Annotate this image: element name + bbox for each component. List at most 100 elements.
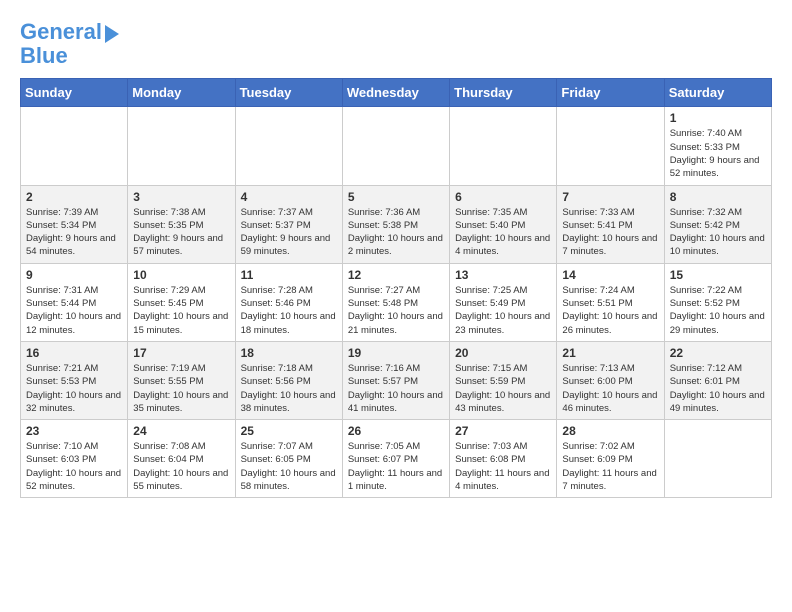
calendar-cell: 18Sunrise: 7:18 AM Sunset: 5:56 PM Dayli…	[235, 341, 342, 419]
weekday-header-wednesday: Wednesday	[342, 79, 449, 107]
calendar-cell	[235, 107, 342, 185]
calendar-cell: 15 Sunrise: 7:22 AM Sunset: 5:52 PM Dayli…	[664, 263, 771, 341]
calendar-cell: 17 Sunrise: 7:19 AM Sunset: 5:55 PM Dayli…	[128, 341, 235, 419]
day-info: Sunrise: 7:31 AM Sunset: 5:44 PM Dayligh…	[26, 284, 122, 337]
day-info: Sunrise: 7:05 AM Sunset: 6:07 PM Dayligh…	[348, 440, 444, 493]
calendar-cell: 25 Sunrise: 7:07 AM Sunset: 6:05 PM Dayli…	[235, 420, 342, 498]
day-info: Sunrise: 7:13 AM Sunset: 6:00 PM Dayligh…	[562, 362, 658, 415]
day-info: Sunrise: 7:29 AM Sunset: 5:45 PM Dayligh…	[133, 284, 229, 337]
day-info: Sunrise: 7:33 AM Sunset: 5:41 PM Dayligh…	[562, 206, 658, 259]
calendar-cell: 20 Sunrise: 7:15 AM Sunset: 5:59 PM Dayli…	[450, 341, 557, 419]
day-info: Sunrise: 7:02 AM Sunset: 6:09 PM Dayligh…	[562, 440, 658, 493]
day-info: Sunrise: 7:08 AM Sunset: 6:04 PM Dayligh…	[133, 440, 229, 493]
calendar-cell: 26 Sunrise: 7:05 AM Sunset: 6:07 PM Dayli…	[342, 420, 449, 498]
day-number: 1	[670, 111, 766, 125]
day-info: Sunrise: 7:03 AM Sunset: 6:08 PM Dayligh…	[455, 440, 551, 493]
day-number: 28	[562, 424, 658, 438]
day-number: 6	[455, 190, 551, 204]
calendar-cell: 8 Sunrise: 7:32 AM Sunset: 5:42 PM Daylig…	[664, 185, 771, 263]
day-number: 16	[26, 346, 122, 360]
calendar-cell: 9 Sunrise: 7:31 AM Sunset: 5:44 PM Daylig…	[21, 263, 128, 341]
calendar-cell	[342, 107, 449, 185]
calendar-cell	[21, 107, 128, 185]
day-info: Sunrise: 7:27 AM Sunset: 5:48 PM Dayligh…	[348, 284, 444, 337]
calendar-cell	[450, 107, 557, 185]
calendar-week-row: 9 Sunrise: 7:31 AM Sunset: 5:44 PM Daylig…	[21, 263, 772, 341]
day-number: 25	[241, 424, 337, 438]
calendar-week-row: 1 Sunrise: 7:40 AM Sunset: 5:33 PM Daylig…	[21, 107, 772, 185]
calendar-cell: 19 Sunrise: 7:16 AM Sunset: 5:57 PM Dayli…	[342, 341, 449, 419]
calendar-week-row: 23Sunrise: 7:10 AM Sunset: 6:03 PM Dayli…	[21, 420, 772, 498]
day-info: Sunrise: 7:19 AM Sunset: 5:55 PM Dayligh…	[133, 362, 229, 415]
day-info: Sunrise: 7:37 AM Sunset: 5:37 PM Dayligh…	[241, 206, 337, 259]
day-info: Sunrise: 7:22 AM Sunset: 5:52 PM Dayligh…	[670, 284, 766, 337]
calendar-cell: 21 Sunrise: 7:13 AM Sunset: 6:00 PM Dayli…	[557, 341, 664, 419]
calendar-cell: 6 Sunrise: 7:35 AM Sunset: 5:40 PM Daylig…	[450, 185, 557, 263]
day-info: Sunrise: 7:15 AM Sunset: 5:59 PM Dayligh…	[455, 362, 551, 415]
weekday-header-monday: Monday	[128, 79, 235, 107]
day-number: 11	[241, 268, 337, 282]
day-info: Sunrise: 7:32 AM Sunset: 5:42 PM Dayligh…	[670, 206, 766, 259]
day-number: 27	[455, 424, 551, 438]
day-info: Sunrise: 7:40 AM Sunset: 5:33 PM Dayligh…	[670, 127, 766, 180]
day-info: Sunrise: 7:10 AM Sunset: 6:03 PM Dayligh…	[26, 440, 122, 493]
calendar-cell	[128, 107, 235, 185]
calendar-cell: 7 Sunrise: 7:33 AM Sunset: 5:41 PM Daylig…	[557, 185, 664, 263]
day-number: 9	[26, 268, 122, 282]
day-info: Sunrise: 7:21 AM Sunset: 5:53 PM Dayligh…	[26, 362, 122, 415]
weekday-header-saturday: Saturday	[664, 79, 771, 107]
calendar-week-row: 2 Sunrise: 7:39 AM Sunset: 5:34 PM Daylig…	[21, 185, 772, 263]
day-info: Sunrise: 7:16 AM Sunset: 5:57 PM Dayligh…	[348, 362, 444, 415]
calendar-cell: 24 Sunrise: 7:08 AM Sunset: 6:04 PM Dayli…	[128, 420, 235, 498]
calendar-cell: 1 Sunrise: 7:40 AM Sunset: 5:33 PM Daylig…	[664, 107, 771, 185]
day-info: Sunrise: 7:25 AM Sunset: 5:49 PM Dayligh…	[455, 284, 551, 337]
day-number: 18	[241, 346, 337, 360]
day-info: Sunrise: 7:39 AM Sunset: 5:34 PM Dayligh…	[26, 206, 122, 259]
calendar-cell: 3 Sunrise: 7:38 AM Sunset: 5:35 PM Daylig…	[128, 185, 235, 263]
day-number: 21	[562, 346, 658, 360]
weekday-header-sunday: Sunday	[21, 79, 128, 107]
logo-text-line1: General	[20, 20, 102, 44]
day-number: 20	[455, 346, 551, 360]
calendar-cell: 16 Sunrise: 7:21 AM Sunset: 5:53 PM Dayli…	[21, 341, 128, 419]
calendar-cell: 13 Sunrise: 7:25 AM Sunset: 5:49 PM Dayli…	[450, 263, 557, 341]
calendar: SundayMondayTuesdayWednesdayThursdayFrid…	[20, 78, 772, 498]
calendar-cell: 27 Sunrise: 7:03 AM Sunset: 6:08 PM Dayli…	[450, 420, 557, 498]
calendar-cell: 2 Sunrise: 7:39 AM Sunset: 5:34 PM Daylig…	[21, 185, 128, 263]
day-number: 17	[133, 346, 229, 360]
day-info: Sunrise: 7:38 AM Sunset: 5:35 PM Dayligh…	[133, 206, 229, 259]
calendar-cell: 12 Sunrise: 7:27 AM Sunset: 5:48 PM Dayli…	[342, 263, 449, 341]
weekday-header-thursday: Thursday	[450, 79, 557, 107]
day-number: 8	[670, 190, 766, 204]
calendar-cell: 22 Sunrise: 7:12 AM Sunset: 6:01 PM Dayli…	[664, 341, 771, 419]
day-info: Sunrise: 7:35 AM Sunset: 5:40 PM Dayligh…	[455, 206, 551, 259]
calendar-cell: 28 Sunrise: 7:02 AM Sunset: 6:09 PM Dayli…	[557, 420, 664, 498]
weekday-header-friday: Friday	[557, 79, 664, 107]
day-number: 4	[241, 190, 337, 204]
day-number: 26	[348, 424, 444, 438]
day-number: 24	[133, 424, 229, 438]
calendar-cell: 14Sunrise: 7:24 AM Sunset: 5:51 PM Dayli…	[557, 263, 664, 341]
day-number: 12	[348, 268, 444, 282]
calendar-cell: 11 Sunrise: 7:28 AM Sunset: 5:46 PM Dayli…	[235, 263, 342, 341]
day-number: 5	[348, 190, 444, 204]
day-info: Sunrise: 7:07 AM Sunset: 6:05 PM Dayligh…	[241, 440, 337, 493]
day-info: Sunrise: 7:12 AM Sunset: 6:01 PM Dayligh…	[670, 362, 766, 415]
day-number: 7	[562, 190, 658, 204]
calendar-week-row: 16 Sunrise: 7:21 AM Sunset: 5:53 PM Dayli…	[21, 341, 772, 419]
calendar-cell: 4 Sunrise: 7:37 AM Sunset: 5:37 PM Daylig…	[235, 185, 342, 263]
logo-text-line2: Blue	[20, 44, 68, 68]
day-number: 3	[133, 190, 229, 204]
day-number: 15	[670, 268, 766, 282]
logo-arrow-icon	[105, 25, 119, 43]
day-info: Sunrise: 7:28 AM Sunset: 5:46 PM Dayligh…	[241, 284, 337, 337]
day-number: 22	[670, 346, 766, 360]
calendar-cell	[664, 420, 771, 498]
calendar-cell: 10Sunrise: 7:29 AM Sunset: 5:45 PM Dayli…	[128, 263, 235, 341]
calendar-cell: 5Sunrise: 7:36 AM Sunset: 5:38 PM Daylig…	[342, 185, 449, 263]
calendar-cell	[557, 107, 664, 185]
day-number: 19	[348, 346, 444, 360]
day-number: 2	[26, 190, 122, 204]
day-number: 13	[455, 268, 551, 282]
header: General Blue	[20, 20, 772, 68]
